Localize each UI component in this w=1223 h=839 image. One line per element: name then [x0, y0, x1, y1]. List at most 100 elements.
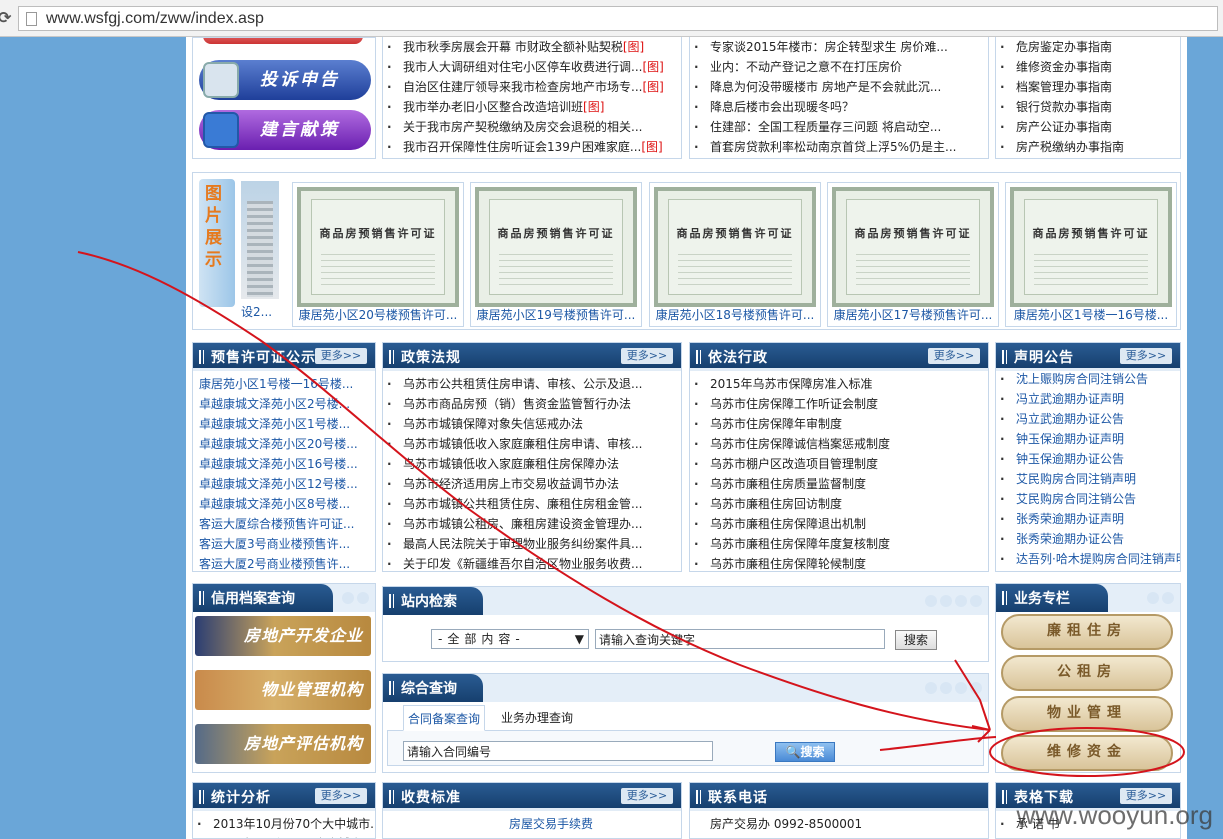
public-rental-button[interactable]: 公租房 — [1001, 655, 1173, 691]
list-item[interactable]: 我市人大调研组对住宅小区停车收费进行调...[图] — [383, 57, 681, 77]
list-item[interactable]: 钟玉保逾期办证公告 — [996, 449, 1180, 469]
fees-panel: 收费标准 更多>> 房屋交易手续费 — [382, 782, 682, 839]
list-item[interactable]: 冯立武逾期办证公告 — [996, 409, 1180, 429]
list-item[interactable]: 卓越康城文泽苑小区8号楼... — [193, 494, 375, 514]
list-item[interactable]: 客运大厦综合楼预售许可证... — [193, 514, 375, 534]
list-item[interactable]: 张秀荣逾期办证公告 — [996, 529, 1180, 549]
list-item[interactable]: 房产交易办 0992-8500001 — [704, 814, 988, 834]
list-item[interactable]: 乌苏市廉租住房保障退出机制 — [690, 514, 988, 534]
list-item[interactable]: 首套房贷款利率松动南京首贷上浮5%仍是主... — [690, 137, 988, 157]
maintenance-fund-button[interactable]: 维修资金 — [1001, 735, 1173, 771]
list-item[interactable]: 乌苏市城镇公租房、廉租房建设资金管理办... — [383, 514, 681, 534]
list-item[interactable]: 银行贷款办事指南 — [996, 97, 1180, 117]
list-item[interactable]: 我市秋季房展会开幕 市财政全额补贴契税[图] — [383, 37, 681, 57]
list-item[interactable]: 乌苏市城镇公共租赁住房、廉租住房租金管... — [383, 494, 681, 514]
list-item[interactable]: 危房鉴定办事指南 — [996, 37, 1180, 57]
gallery-thumb[interactable]: 商品房预销售许可证 康居苑小区17号楼预售许可... — [827, 182, 999, 327]
list-item[interactable]: 客运大厦3号商业楼预售许... — [193, 534, 375, 554]
property-mgmt-link-button[interactable]: 物业管理 — [1001, 696, 1173, 732]
gallery-thumb[interactable]: 商品房预销售许可证 康居苑小区18号楼预售许可... — [649, 182, 821, 327]
list-item[interactable]: 卓越康城文泽苑小区1号楼... — [193, 414, 375, 434]
developer-button[interactable]: 房地产开发企业 — [195, 616, 371, 656]
site-search-button[interactable]: 搜索 — [895, 630, 937, 650]
list-item[interactable]: 卓越康城文泽苑小区12号楼... — [193, 474, 375, 494]
list-item[interactable]: 我市举办老旧小区整合改造培训班[图] — [383, 97, 681, 117]
list-item[interactable]: 住建部：全国工程质量存三问题 将启动空... — [690, 117, 988, 137]
gallery-thumb[interactable]: 商品房预销售许可证 康居苑小区20号楼预售许可... — [292, 182, 464, 327]
list-item[interactable]: 专家谈2015年楼市：房企转型求生 房价难... — [690, 37, 988, 57]
policy-more-link[interactable]: 更多>> — [621, 348, 673, 364]
list-item[interactable]: 乌苏市城镇保障对象失信惩戒办法 — [383, 414, 681, 434]
list-item[interactable]: 降息为何没带暖楼市 房地产是不会就此沉... — [690, 77, 988, 97]
list-item[interactable]: 乌苏市棚户区改造项目管理制度 — [690, 454, 988, 474]
list-item[interactable]: 康居苑小区1号楼一16号楼... — [193, 374, 375, 394]
list-item[interactable]: 乌苏市廉租住房保障年度复核制度 — [690, 534, 988, 554]
low-rent-housing-button[interactable]: 廉租住房 — [1001, 614, 1173, 650]
gallery-caption[interactable]: 康居苑小区18号楼预售许可... — [650, 306, 820, 323]
list-item[interactable]: 卓越康城文泽苑小区16号楼... — [193, 454, 375, 474]
list-item[interactable]: 达吾列·哈木提购房合同注销声明 — [996, 549, 1180, 569]
scope-select[interactable]: -全部内容- ▼ — [431, 629, 589, 649]
list-item[interactable]: 乌苏市公共租赁住房申请、审核、公示及退... — [383, 374, 681, 394]
gallery-caption[interactable]: 康居苑小区19号楼预售许可... — [471, 306, 641, 323]
gallery-caption[interactable]: 康居苑小区17号楼预售许可... — [828, 306, 998, 323]
list-item[interactable]: 房产税缴纳办事指南 — [996, 137, 1180, 157]
complaint-button[interactable]: 投诉申告 — [199, 60, 371, 100]
fees-more-link[interactable]: 更多>> — [621, 788, 673, 804]
list-item[interactable]: 降息后楼市会出现暖冬吗？ — [690, 97, 988, 117]
list-item[interactable]: 艾民购房合同注销公告 — [996, 489, 1180, 509]
list-item[interactable]: 乌苏市城镇低收入家庭廉租住房保障办法 — [383, 454, 681, 474]
list-item[interactable]: 卓越康城文泽苑小区20号楼... — [193, 434, 375, 454]
list-item[interactable]: 2013年9月份70个大中城市... — [193, 834, 375, 838]
list-item[interactable]: 房屋交易手续费 — [503, 814, 681, 834]
list-item[interactable]: 乌苏市廉租住房回访制度 — [690, 494, 988, 514]
list-item[interactable]: 关于印发《新疆维吾尔自治区物业服务收费... — [383, 554, 681, 571]
keyword-input[interactable] — [595, 629, 885, 649]
list-item[interactable]: 沈上赈购房合同注销公告 — [996, 369, 1180, 389]
list-item[interactable]: 卓越康城文泽苑小区2号楼... — [193, 394, 375, 414]
list-item[interactable]: 我市召开保障性住房听证会139户困难家庭...[图] — [383, 137, 681, 157]
gallery-caption-0[interactable]: 设2... — [241, 303, 272, 320]
list-item[interactable]: 档案管理办事指南 — [996, 77, 1180, 97]
list-item[interactable]: 房产公证办事指南 — [996, 117, 1180, 137]
building-photo[interactable] — [241, 181, 279, 299]
reload-icon[interactable]: ⟳ — [0, 8, 11, 27]
list-item[interactable]: 2013年10月份70个大中城市... — [193, 814, 375, 834]
list-item[interactable]: 乌苏市住房保障年审制度 — [690, 414, 988, 434]
list-item[interactable]: 乌苏市经济适用房上市交易收益调节办法 — [383, 474, 681, 494]
list-item[interactable]: 冯立武逾期办证声明 — [996, 389, 1180, 409]
list-item[interactable]: 关于我市房产契税缴纳及房交会退税的相关... — [383, 117, 681, 137]
list-item[interactable]: 最高人民法院关于审理物业服务纠纷案件具... — [383, 534, 681, 554]
list-item[interactable]: 钟玉保逾期办证声明 — [996, 429, 1180, 449]
list-item[interactable]: 乌苏市商品房预（销）售资金监管暂行办法 — [383, 394, 681, 414]
gallery-thumb[interactable]: 商品房预销售许可证 康居苑小区19号楼预售许可... — [470, 182, 642, 327]
list-item[interactable]: 艾民购房合同注销声明 — [996, 469, 1180, 489]
gallery-caption[interactable]: 康居苑小区1号楼一16号楼... — [1006, 306, 1176, 323]
admin-more-link[interactable]: 更多>> — [928, 348, 980, 364]
list-item[interactable]: 乌苏市城镇低收入家庭廉租住房申请、审核... — [383, 434, 681, 454]
property-mgmt-button[interactable]: 物业管理机构 — [195, 670, 371, 710]
tab-contract-record[interactable]: 合同备案查询 — [403, 705, 486, 731]
appraisal-button[interactable]: 房地产评估机构 — [195, 724, 371, 764]
promo-partial-button[interactable] — [203, 38, 363, 44]
list-item[interactable]: 乌苏市住房保障诚信档案惩戒制度 — [690, 434, 988, 454]
gallery-thumb[interactable]: 商品房预销售许可证 康居苑小区1号楼一16号楼... — [1005, 182, 1177, 327]
suggestion-button[interactable]: 建言献策 — [199, 110, 371, 150]
gallery-caption[interactable]: 康居苑小区20号楼预售许可... — [293, 306, 463, 323]
notice-more-link[interactable]: 更多>> — [1120, 348, 1172, 364]
contract-search-button[interactable]: 🔍搜索 — [775, 742, 835, 762]
list-item[interactable]: 乌苏市廉租住房保障轮候制度 — [690, 554, 988, 571]
list-item[interactable]: 2015年乌苏市保障房准入标准 — [690, 374, 988, 394]
list-item[interactable]: 张秀荣逾期办证声明 — [996, 509, 1180, 529]
list-item[interactable]: 维修资金办事指南 — [996, 57, 1180, 77]
list-item[interactable]: 自治区住建厅领导来我市检查房地产市场专...[图] — [383, 77, 681, 97]
contract-number-input[interactable] — [403, 741, 713, 761]
stats-more-link[interactable]: 更多>> — [315, 788, 367, 804]
list-item[interactable]: 乌苏市廉租住房质量监督制度 — [690, 474, 988, 494]
tab-business-query[interactable]: 业务办理查询 — [497, 705, 577, 731]
list-item[interactable]: 业内：不动产登记之意不在打压房价 — [690, 57, 988, 77]
presale-more-link[interactable]: 更多>> — [315, 348, 367, 364]
list-item[interactable]: 乌苏市住房保障工作听证会制度 — [690, 394, 988, 414]
url-field[interactable]: www.wsfgj.com/zww/index.asp — [18, 6, 1218, 31]
list-item[interactable]: 客运大厦2号商业楼预售许... — [193, 554, 375, 571]
